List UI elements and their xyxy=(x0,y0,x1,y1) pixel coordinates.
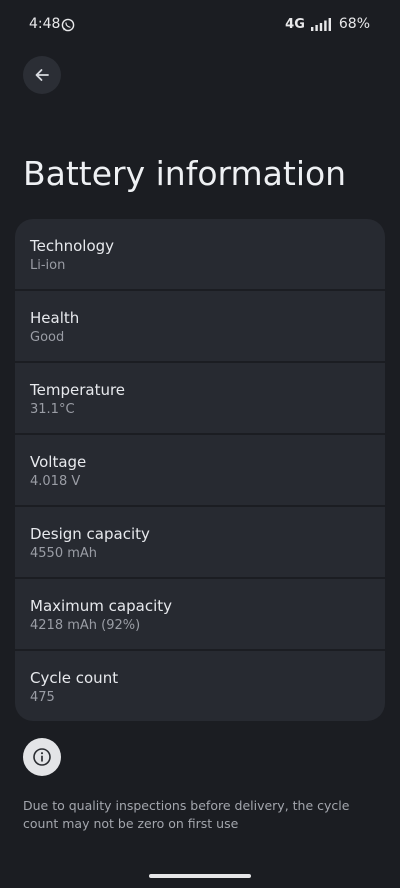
item-label: Design capacity xyxy=(30,525,150,543)
back-button[interactable] xyxy=(23,56,61,94)
info-icon xyxy=(32,747,52,767)
item-value: 31.1°C xyxy=(30,402,75,417)
info-item-technology: Technology Li-ion xyxy=(15,219,385,289)
item-value: Good xyxy=(30,330,65,345)
item-label: Voltage xyxy=(30,453,87,471)
battery-percent: 68% xyxy=(338,16,370,32)
item-label: Technology xyxy=(30,237,115,255)
info-item-voltage: Voltage 4.018 V xyxy=(15,435,385,505)
arrow-left-icon xyxy=(33,66,51,84)
item-value: 475 xyxy=(30,690,55,705)
item-label: Cycle count xyxy=(30,669,119,687)
item-value: Li-ion xyxy=(30,258,66,273)
gesture-nav-handle[interactable] xyxy=(149,874,251,878)
item-label: Maximum capacity xyxy=(30,597,173,615)
item-value: 4218 mAh (92%) xyxy=(30,618,141,633)
info-item-cycle-count: Cycle count 475 xyxy=(15,651,385,721)
info-item-design-capacity: Design capacity 4550 mAh xyxy=(15,507,385,577)
info-icon-badge xyxy=(23,738,61,776)
item-value: 4550 mAh xyxy=(30,546,98,561)
signal-icon xyxy=(310,17,333,31)
item-label: Health xyxy=(30,309,80,327)
network-type: 4G xyxy=(285,16,305,32)
whatsapp-icon xyxy=(61,17,75,32)
page-title: Battery information xyxy=(23,154,347,193)
status-right: 4G 68% xyxy=(285,16,370,32)
item-label: Temperature xyxy=(30,381,126,399)
info-item-maximum-capacity: Maximum capacity 4218 mAh (92%) xyxy=(15,579,385,649)
cycle-count-footnote: Due to quality inspections before delive… xyxy=(23,798,350,831)
status-time: 4:48 xyxy=(29,16,61,32)
info-item-health: Health Good xyxy=(15,291,385,361)
info-item-temperature: Temperature 31.1°C xyxy=(15,363,385,433)
status-bar: 4:48 4G 68% xyxy=(0,0,400,48)
item-value: 4.018 V xyxy=(30,474,81,489)
battery-info-list: Technology Li-ion Health Good Temperatur… xyxy=(15,219,385,721)
